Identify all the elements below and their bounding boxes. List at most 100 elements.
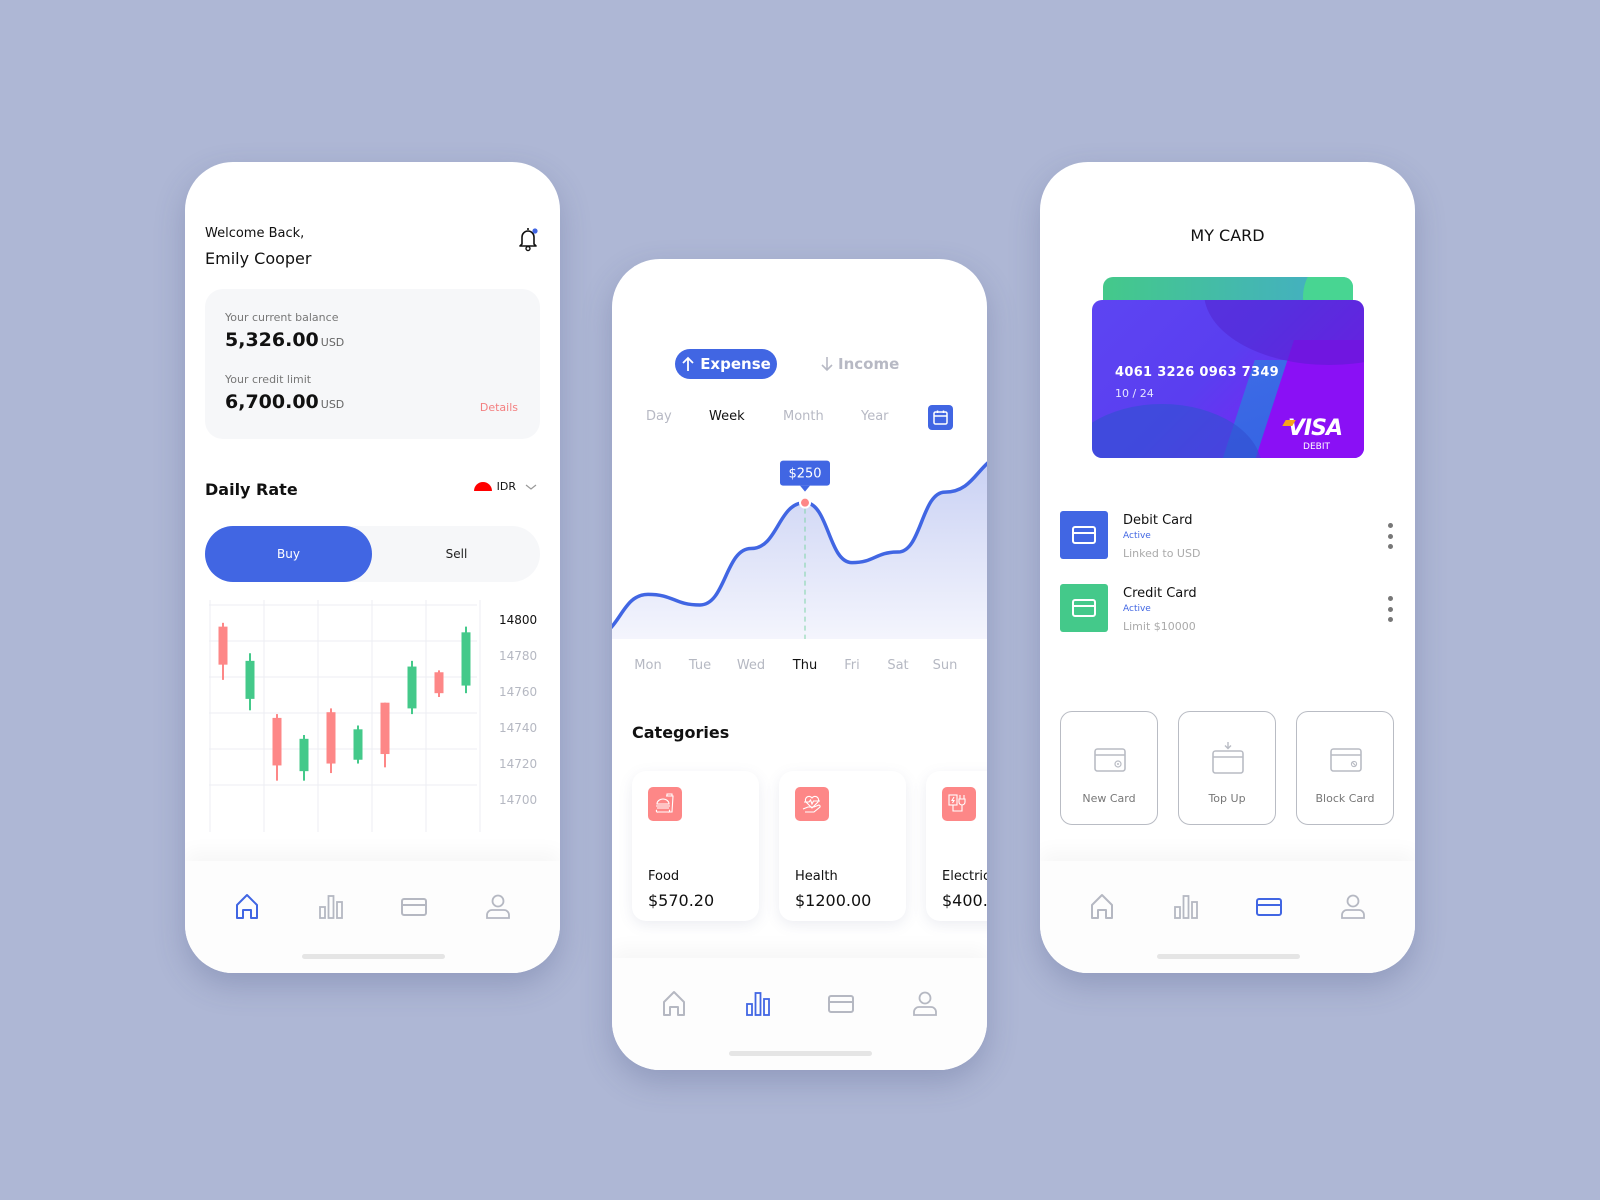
bottom-tab-bar [1040,861,1415,973]
card-item-debit[interactable]: Debit Card Active Linked to USD [1060,511,1395,561]
categories-title: Categories [632,723,730,742]
new-card-button[interactable]: New Card [1060,711,1158,825]
tooltip-label: $250 [788,467,821,482]
home-indicator [1156,954,1300,959]
x-tick-label[interactable]: Wed [737,658,765,673]
more-options-icon[interactable] [1385,596,1395,622]
calendar-button[interactable] [928,405,953,430]
sell-button[interactable]: Sell [373,526,540,582]
card-name: Credit Card [1123,586,1197,601]
candle [245,653,255,711]
tab-statistics[interactable] [743,988,773,1018]
card-subtitle: Linked to USD [1123,547,1201,560]
x-tick-label[interactable]: Sun [933,658,958,673]
credit-card-icon [1060,584,1108,632]
arrow-down-icon [821,357,833,372]
y-tick-label: 14740 [499,721,537,735]
card-decoration [1204,300,1364,365]
tab-profile[interactable] [1338,891,1368,921]
currency-select[interactable]: IDR [473,480,538,493]
candle [461,626,471,694]
bottom-tab-bar [612,958,987,1070]
category-card-food[interactable]: Food $570.20 [632,771,759,921]
candle [326,708,336,774]
category-name: Food [648,869,680,884]
details-link[interactable]: Details [480,401,518,414]
indonesia-flag-icon [473,482,492,491]
profile-icon [913,991,938,1016]
balance-currency: USD [320,336,345,349]
x-tick-label[interactable]: Tue [688,658,711,673]
candle-body [407,666,417,709]
category-name: Electricity [942,869,987,884]
cards-icon [1256,898,1283,916]
category-card-health[interactable]: Health $1200.00 [779,771,906,921]
top-up-icon [1212,742,1244,774]
balance-card: Your current balance 5,326.00 USD Your cr… [205,289,540,439]
card-item-credit[interactable]: Credit Card Active Limit $10000 [1060,584,1395,634]
home-indicator [728,1051,872,1056]
tab-statistics[interactable] [1171,891,1201,921]
x-tick-label[interactable]: Mon [634,658,661,673]
tab-home[interactable] [659,988,689,1018]
balance-label: Your current balance [225,311,339,324]
expense-toggle[interactable]: Expense [675,349,777,379]
y-tick-label: 14760 [499,685,537,699]
balance-value: 5,326.00 [225,329,319,351]
block-card-button[interactable]: Block Card [1296,711,1394,825]
candle-body [434,672,444,694]
tab-home[interactable] [232,891,262,921]
home-icon [1090,894,1113,919]
chevron-down-icon [525,484,537,490]
highlight-point[interactable] [801,498,809,507]
category-amount: $1200.00 [795,891,872,910]
x-tick-label[interactable]: Sat [887,658,908,673]
expense-line-chart: $250 Mon Tue Wed Thu Fri Sat Sun [612,460,987,673]
primary-card[interactable]: 4061 3226 0963 7349 10 / 24 VISA DEBIT [1092,300,1364,458]
tab-cards[interactable] [826,988,856,1018]
x-tick-label[interactable]: Fri [844,658,860,673]
buy-button[interactable]: Buy [205,526,372,582]
new-card-icon [1094,748,1126,772]
bell-icon[interactable] [516,226,540,252]
period-year[interactable]: Year [861,409,889,424]
candle-body [461,632,471,686]
period-tabs: Day Week Month Year [612,405,987,431]
period-day[interactable]: Day [646,409,672,424]
tab-profile[interactable] [910,988,940,1018]
category-card-electricity[interactable]: Electricity $400.50 [926,771,987,921]
candle [407,660,417,715]
candle-body [245,660,255,699]
income-toggle[interactable]: Income [820,349,899,379]
balance-amount: 5,326.00 USD [225,329,344,351]
calendar-icon [933,410,948,425]
profile-icon [1341,894,1366,919]
tab-cards[interactable] [1254,891,1284,921]
tab-statistics[interactable] [316,891,346,921]
categories-list: Food $570.20 Health $1200.00 Electricity… [632,771,987,921]
tab-home[interactable] [1087,891,1117,921]
category-name: Health [795,869,838,884]
expense-screen: Expense Income Day Week Month Year $250 M… [612,259,987,1070]
card-number: 4061 3226 0963 7349 [1115,365,1280,380]
card-expiry: 10 / 24 [1115,387,1154,400]
period-week[interactable]: Week [709,409,745,424]
action-label: New Card [1082,792,1136,805]
card-actions: New Card Top Up Block Card [1060,711,1394,825]
candle-body [299,738,309,772]
y-tick-label: 14800 [499,613,537,627]
tab-profile[interactable] [483,891,513,921]
x-tick-label[interactable]: Thu [792,658,817,673]
health-icon [795,787,829,821]
profile-icon [486,894,511,919]
bottom-tab-bar [185,861,560,973]
tooltip: $250 [780,460,830,492]
period-month[interactable]: Month [783,409,824,424]
more-options-icon[interactable] [1385,523,1395,549]
income-label: Income [838,355,900,373]
credit-amount: 6,700.00 USD [225,391,344,413]
top-up-button[interactable]: Top Up [1178,711,1276,825]
tab-cards[interactable] [399,891,429,921]
food-icon [648,787,682,821]
candle [434,670,444,697]
